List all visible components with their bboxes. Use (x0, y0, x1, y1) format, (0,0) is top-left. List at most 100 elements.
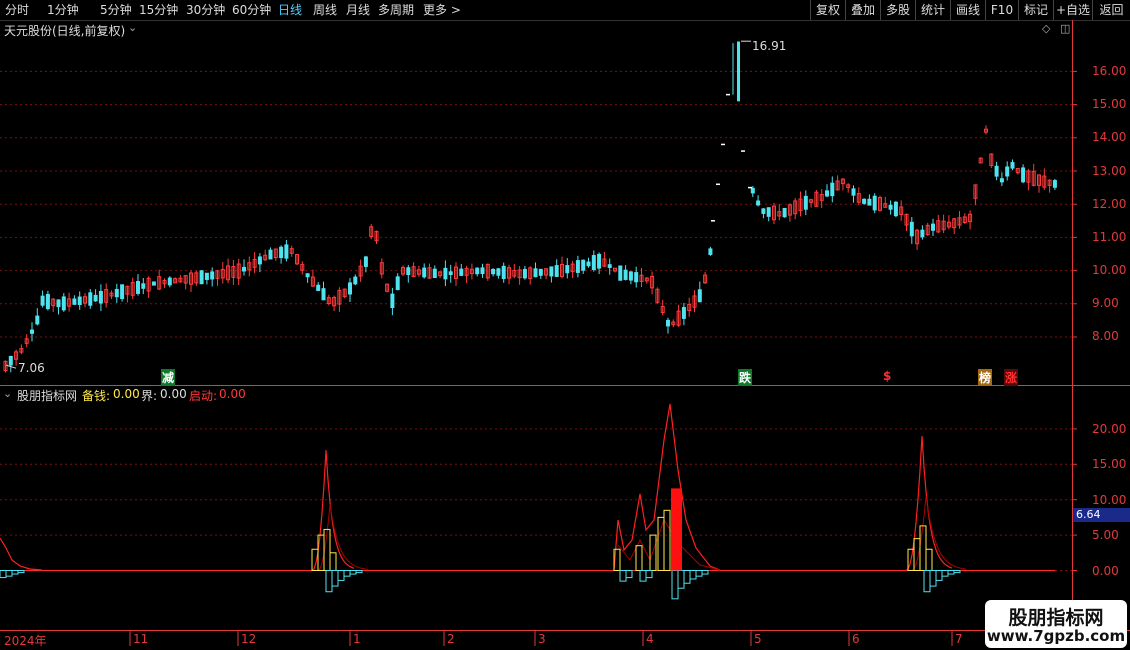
candle-body (321, 288, 326, 301)
candle-body (681, 307, 686, 319)
candle-body (1005, 166, 1010, 177)
indicator-bar (635, 545, 643, 571)
price-tick: 10.00 (1092, 263, 1127, 277)
price-tick: 15.00 (1092, 97, 1127, 111)
indicator-bar (5, 570, 13, 577)
signal-marker: 涨 (1004, 369, 1019, 386)
date-label: 1 (353, 632, 361, 646)
candle-body (737, 41, 740, 102)
candle-body (708, 248, 713, 255)
indicator-bar (355, 570, 363, 574)
candle-body (554, 265, 559, 277)
candle-body (120, 284, 125, 300)
candle-body (443, 267, 448, 280)
candle-body (305, 273, 310, 278)
panel-toggle-icon[interactable]: ◫ (1060, 22, 1070, 35)
candle-body (77, 296, 82, 306)
price-tick: 9.00 (1092, 296, 1119, 310)
candle-body (56, 299, 61, 308)
candle-body (480, 267, 485, 275)
candle-body (591, 255, 596, 271)
date-label: 2024年 (4, 634, 47, 648)
candle-body (406, 267, 411, 276)
price-tick: 12.00 (1092, 197, 1127, 211)
beiqian-value: 0.00 (113, 387, 140, 401)
date-label: 11 (133, 632, 149, 646)
indicator-bar (689, 570, 697, 580)
candle-body (697, 289, 702, 303)
indicator-bar (925, 548, 933, 572)
signal-marker: 榜 (978, 369, 993, 386)
low-price-label: 7.06 (18, 361, 45, 375)
candle-body (353, 276, 358, 285)
high-price-label: 16.91 (752, 39, 787, 53)
candle-body (920, 229, 925, 238)
candle-body (35, 315, 40, 325)
date-label: 5 (754, 632, 762, 646)
kline-chart[interactable] (0, 0, 1130, 650)
indicator-bar (941, 570, 949, 577)
date-label: 4 (646, 632, 654, 646)
watermark-url: www.7gpzb.com (986, 627, 1126, 645)
candle-body (872, 195, 877, 211)
candle-body (348, 282, 352, 295)
signal-marker: 跌 (738, 369, 753, 386)
indicator-bar (349, 570, 357, 575)
indicator-bar (671, 570, 679, 600)
price-tick: 13.00 (1092, 164, 1127, 178)
indicator-bar (663, 509, 671, 572)
indicator-tick: 5.00 (1092, 528, 1119, 542)
candle-body (538, 268, 543, 276)
candle-body (242, 266, 246, 272)
qidong-bar (671, 488, 682, 571)
indicator-bar (331, 570, 339, 587)
candle-body (279, 246, 284, 259)
price-tick: 14.00 (1092, 130, 1127, 144)
candle-body (491, 268, 496, 275)
watermark-logo: 股朋指标网 www.7gpzb.com (985, 600, 1127, 648)
candle-body (565, 265, 570, 274)
price-tick: 16.00 (1092, 64, 1127, 78)
candle-body (204, 272, 209, 280)
candle-body (623, 269, 628, 280)
candle-body (597, 253, 602, 269)
date-label: 12 (241, 632, 257, 646)
candle-body (72, 298, 77, 305)
chevron-down-icon[interactable]: ⌄ (3, 387, 12, 400)
candle-body (316, 284, 321, 292)
candle-body (888, 204, 893, 210)
candle-body (999, 178, 1004, 183)
candle-body (363, 256, 368, 267)
candle-body (607, 264, 612, 268)
jie-label: 界: (141, 389, 158, 403)
indicator-bar (325, 570, 333, 593)
price-tick: 8.00 (1092, 329, 1119, 343)
main-chart-title: 天元股份(日线,前复权) (4, 24, 126, 38)
price-tick: 11.00 (1092, 230, 1127, 244)
candle-body (167, 277, 172, 286)
candle-body (830, 182, 835, 197)
indicator-bar (695, 570, 703, 577)
candle-body (533, 268, 538, 278)
indicator-bar (11, 570, 19, 575)
candle-body (851, 188, 856, 196)
indicator-bar (639, 570, 647, 582)
chevron-down-icon[interactable]: ⌄ (128, 21, 137, 34)
candle-body (750, 187, 755, 194)
candle-body (210, 271, 215, 280)
candle-body (1052, 180, 1057, 188)
candle-body (909, 221, 914, 237)
candle-body (634, 272, 639, 283)
indicator-bar (337, 570, 345, 581)
diamond-icon[interactable]: ◇ (1042, 22, 1050, 35)
indicator-bar (947, 570, 955, 575)
candle-body (618, 265, 623, 281)
candle-body (422, 267, 427, 278)
signal-marker: $ (883, 369, 892, 383)
indicator-bar (625, 570, 633, 579)
signal-marker: 减 (161, 369, 176, 386)
candle-body (40, 295, 45, 306)
indicator-bar (919, 525, 927, 571)
candle-body (98, 290, 103, 304)
candle-body (199, 270, 204, 285)
